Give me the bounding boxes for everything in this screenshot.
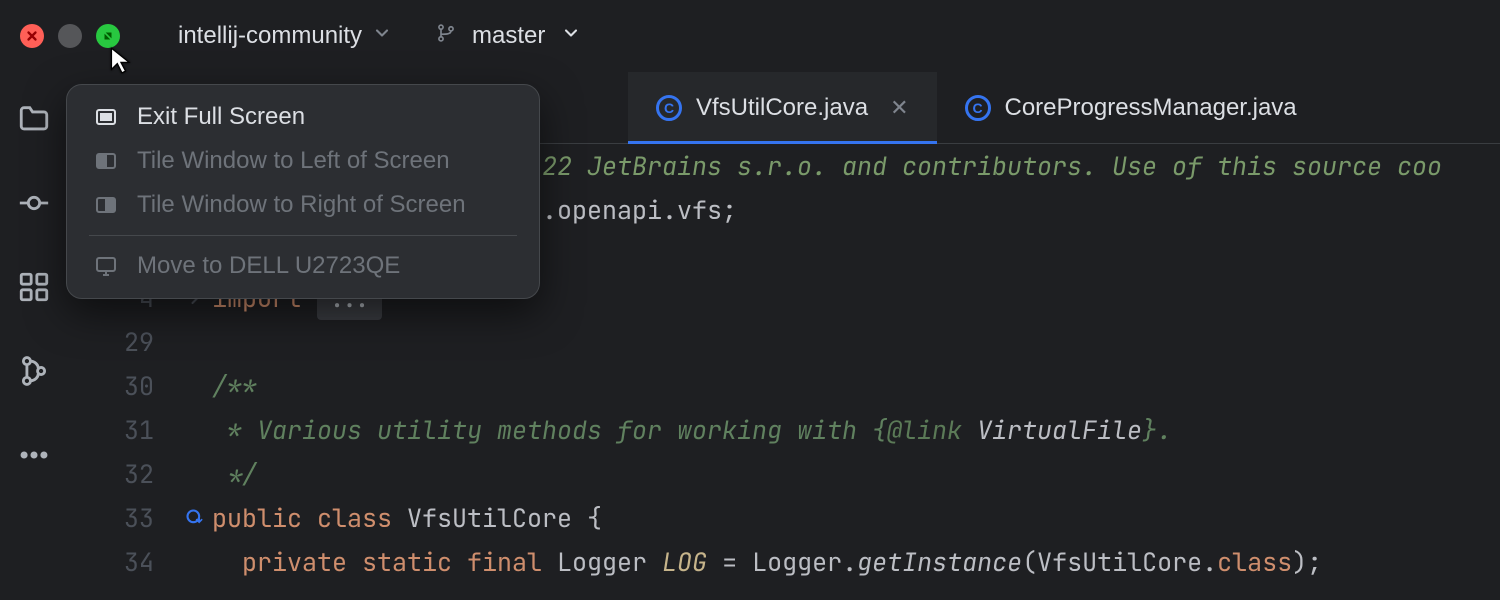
- menu-item-exit-fullscreen[interactable]: Exit Full Screen: [75, 95, 531, 139]
- implements-gutter-icon[interactable]: [178, 496, 212, 540]
- maximize-window-button[interactable]: [96, 24, 120, 48]
- project-tool-icon[interactable]: [17, 102, 51, 136]
- more-tool-icon[interactable]: [17, 438, 51, 472]
- vcs-tool-icon[interactable]: [17, 354, 51, 388]
- line-number: 29: [68, 320, 178, 364]
- titlebar: intellij-community master: [0, 0, 1500, 72]
- menu-item-label: Move to DELL U2723QE: [137, 252, 400, 280]
- window-menu-popup: Exit Full Screen Tile Window to Left of …: [66, 84, 540, 299]
- line-number: 33: [68, 496, 178, 540]
- code-text: /**: [212, 364, 1500, 408]
- close-window-button[interactable]: [20, 24, 44, 48]
- project-name: intellij-community: [178, 22, 362, 50]
- chevron-down-icon: [372, 22, 392, 50]
- line-number: 32: [68, 452, 178, 496]
- line-number: 31: [68, 408, 178, 452]
- code-text: public class VfsUtilCore {: [212, 496, 1500, 540]
- code-text: * Various utility methods for working wi…: [212, 408, 1500, 452]
- menu-item-move-display: Move to DELL U2723QE: [75, 244, 531, 288]
- tab-label: CoreProgressManager.java: [1005, 94, 1297, 122]
- window-controls: [20, 24, 120, 48]
- menu-item-tile-right: Tile Window to Right of Screen: [75, 183, 531, 227]
- menu-item-label: Tile Window to Right of Screen: [137, 191, 466, 219]
- fullscreen-exit-icon: [93, 104, 119, 130]
- menu-item-tile-left: Tile Window to Left of Screen: [75, 139, 531, 183]
- editor-tab[interactable]: C CoreProgressManager.java: [937, 72, 1325, 143]
- mouse-cursor: [108, 46, 136, 81]
- tab-label: VfsUtilCore.java: [696, 94, 868, 122]
- menu-item-label: Exit Full Screen: [137, 103, 305, 131]
- menu-item-label: Tile Window to Left of Screen: [137, 147, 450, 175]
- tile-left-icon: [93, 148, 119, 174]
- commit-tool-icon[interactable]: [17, 186, 51, 220]
- editor-tab[interactable]: C VfsUtilCore.java ✕: [628, 72, 937, 143]
- java-class-icon: C: [965, 95, 991, 121]
- line-number: 34: [68, 540, 178, 584]
- structure-tool-icon[interactable]: [17, 270, 51, 304]
- monitor-icon: [93, 253, 119, 279]
- branch-selector[interactable]: master: [436, 22, 581, 50]
- project-selector[interactable]: intellij-community: [178, 22, 392, 50]
- tool-window-bar: [0, 72, 68, 600]
- branch-icon: [436, 22, 456, 50]
- menu-separator: [89, 235, 517, 236]
- close-tab-icon[interactable]: ✕: [890, 95, 908, 121]
- chevron-down-icon: [561, 22, 581, 50]
- tile-right-icon: [93, 192, 119, 218]
- line-number: 30: [68, 364, 178, 408]
- code-text: */: [212, 452, 1500, 496]
- branch-name: master: [472, 22, 545, 50]
- code-text: private static final Logger LOG = Logger…: [212, 540, 1500, 584]
- minimize-window-button[interactable]: [58, 24, 82, 48]
- java-class-icon: C: [656, 95, 682, 121]
